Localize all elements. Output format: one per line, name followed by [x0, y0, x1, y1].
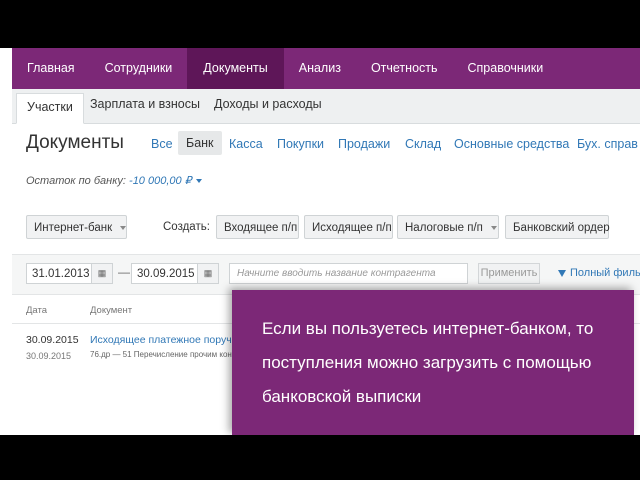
chevron-down-icon — [120, 225, 127, 230]
outgoing-payment-button[interactable]: Исходящее п/п — [304, 215, 393, 239]
nav-item-home[interactable]: Главная — [12, 48, 90, 89]
subtab-income-expenses[interactable]: Доходы и расходы — [214, 89, 322, 122]
date-from-value: 31.01.2013 — [32, 268, 90, 280]
subtab-salary[interactable]: Зарплата и взносы — [90, 89, 200, 122]
doc-tab-bank[interactable]: Банк — [178, 131, 222, 155]
doc-tab-purchases[interactable]: Покупки — [277, 137, 324, 151]
top-navigation: Главная Сотрудники Документы Анализ Отче… — [12, 48, 640, 89]
nav-item-analysis[interactable]: Анализ — [284, 48, 356, 89]
date-range-dash: — — [118, 265, 130, 279]
document-link[interactable]: Исходящее платежное поручение — [90, 334, 232, 346]
calendar-icon[interactable]: ▦ — [91, 264, 112, 283]
bank-balance: Остаток по банку: -10 000,00 ₽ — [26, 174, 202, 187]
nav-item-documents[interactable]: Документы — [187, 48, 284, 89]
nav-item-directories[interactable]: Справочники — [453, 48, 559, 89]
row-sub-date: 30.09.2015 — [26, 351, 72, 361]
counterparty-search-input[interactable]: Начните вводить название контрагента — [229, 263, 468, 284]
hint-text: Если вы пользуетесь интернет-банком, то … — [262, 319, 594, 406]
page-title: Документы — [26, 132, 124, 153]
internet-bank-dropdown[interactable]: Интернет-банк — [26, 215, 127, 239]
full-filter-label: Полный филь — [570, 267, 640, 279]
row-date: 30.09.2015 — [26, 334, 79, 346]
filter-icon — [558, 269, 566, 277]
date-to-input[interactable]: 30.09.2015 ▦ — [131, 263, 219, 284]
calendar-icon[interactable]: ▦ — [197, 264, 218, 283]
nav-item-reporting[interactable]: Отчетность — [356, 48, 453, 89]
bank-order-button[interactable]: Банковский ордер — [505, 215, 610, 239]
subtab-sections[interactable]: Участки — [16, 93, 84, 124]
column-header-document[interactable]: Документ — [90, 305, 132, 316]
column-header-date[interactable]: Дата — [26, 305, 47, 316]
doc-tab-warehouse[interactable]: Склад — [405, 137, 441, 151]
date-from-input[interactable]: 31.01.2013 ▦ — [26, 263, 113, 284]
sub-tabs: Участки Зарплата и взносы Доходы и расхо… — [12, 89, 640, 124]
tax-payment-dropdown[interactable]: Налоговые п/п — [397, 215, 499, 239]
hint-tooltip: Если вы пользуетесь интернет-банком, то … — [232, 290, 634, 435]
date-to-value: 30.09.2015 — [137, 268, 195, 280]
nav-item-employees[interactable]: Сотрудники — [90, 48, 188, 89]
app-frame: Главная Сотрудники Документы Анализ Отче… — [0, 48, 640, 435]
balance-value[interactable]: -10 000,00 ₽ — [129, 175, 192, 187]
doc-tab-all[interactable]: Все — [151, 137, 173, 151]
chevron-down-icon[interactable] — [195, 179, 202, 184]
chevron-down-icon — [490, 225, 497, 230]
document-meta: 76.др — 51 Перечисление прочим контраген… — [90, 350, 232, 359]
doc-tab-sales[interactable]: Продажи — [338, 137, 390, 151]
full-filter-link[interactable]: Полный филь — [558, 267, 640, 279]
doc-tab-fixed-assets[interactable]: Основные средства — [454, 137, 569, 151]
balance-label: Остаток по банку: — [26, 175, 126, 187]
doc-tab-accounting[interactable]: Бух. справ — [577, 137, 638, 151]
tax-payment-label: Налоговые п/п — [405, 222, 483, 234]
doc-tab-cash[interactable]: Касса — [229, 137, 263, 151]
create-label: Создать: — [163, 221, 210, 233]
internet-bank-label: Интернет-банк — [34, 222, 113, 234]
incoming-payment-button[interactable]: Входящее п/п — [216, 215, 299, 239]
apply-button[interactable]: Применить — [478, 263, 540, 284]
